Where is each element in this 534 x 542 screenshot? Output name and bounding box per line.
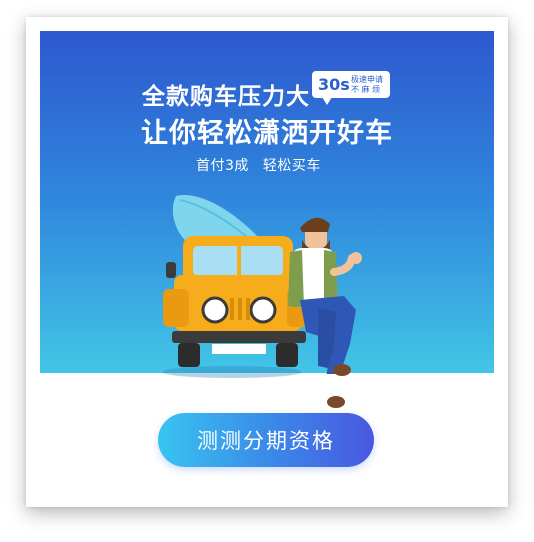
headline-secondary: 让你轻松潇洒开好车 [141,118,393,149]
badge-sub-text: 极速申请 不 麻 烦 [348,75,383,95]
badge-main-text: 30s [318,75,350,94]
badge-sub-line2: 不 麻 烦 [351,84,381,94]
subline: 首付3成 轻松买车 [196,155,321,175]
headline: 全款购车压力大 [142,84,310,110]
down-payment-text: 首付3成 [196,158,249,174]
check-installment-button[interactable]: 测测分期资格 [158,413,374,467]
easy-buy-text: 轻松买车 [262,158,321,174]
badge-sub-line1: 极速申请 [351,74,383,84]
speed-badge: 30s 极速申请 不 麻 烦 [312,71,390,105]
